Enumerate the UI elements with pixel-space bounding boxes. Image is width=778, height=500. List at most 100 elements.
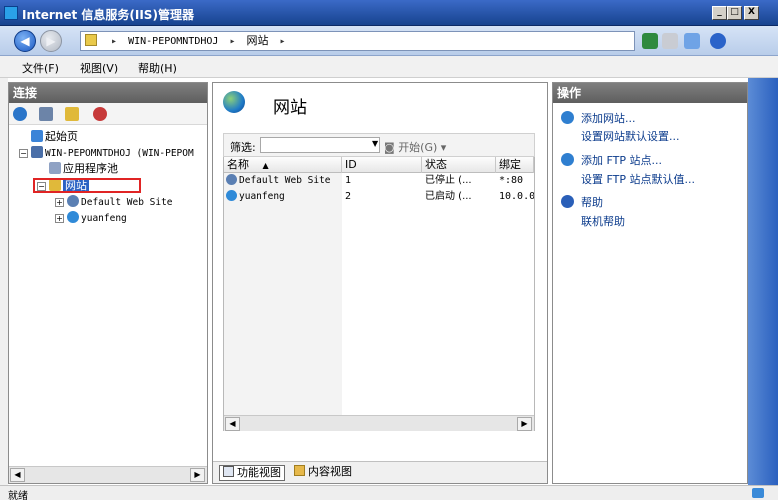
- disconnect-icon[interactable]: [93, 107, 107, 121]
- connect-icon[interactable]: [13, 107, 27, 121]
- close-button[interactable]: X: [744, 6, 759, 20]
- help-icon: [561, 195, 574, 208]
- action-site-defaults[interactable]: 设置网站默认设置...: [581, 128, 680, 144]
- title-bar: Internet 信息服务(IIS)管理器 _ □ X: [0, 0, 778, 26]
- connections-pane: 连接 起始页 − WIN-PEPOMNTDHOJ (WIN-PEPOM 应用程序池…: [8, 82, 208, 484]
- save-icon[interactable]: [39, 107, 53, 121]
- filter-input[interactable]: [260, 137, 380, 153]
- home-icon[interactable]: [684, 33, 700, 49]
- list-hscrollbar[interactable]: ◀ ▶: [224, 415, 534, 431]
- status-text: 就绪: [8, 491, 28, 500]
- cell-text: yuanfeng: [239, 191, 285, 202]
- network-status-icon: [752, 488, 764, 498]
- menu-file[interactable]: 文件(F): [22, 60, 59, 76]
- filter-bar: 筛选: ▼ ◙ 开始(G) ▾: [223, 133, 535, 157]
- action-help[interactable]: 帮助: [581, 194, 603, 210]
- cell-name: yuanfeng: [224, 189, 342, 205]
- tree-label: 起始页: [45, 130, 78, 143]
- tree-item-server[interactable]: − WIN-PEPOMNTDHOJ (WIN-PEPOM: [19, 145, 194, 160]
- tab-label: 功能视图: [237, 466, 281, 479]
- add-ftp-icon: [561, 153, 574, 166]
- table-row[interactable]: yuanfeng 2 已启动 (... 10.0.0: [224, 189, 534, 205]
- connections-hscrollbar[interactable]: ◀ ▶: [9, 466, 207, 483]
- tab-content-view[interactable]: 内容视图: [291, 465, 355, 481]
- table-row[interactable]: Default Web Site 1 已停止 (... *:80: [224, 173, 534, 189]
- desktop-background: [748, 78, 778, 485]
- action-online-help[interactable]: 联机帮助: [581, 213, 625, 229]
- tab-feature-view[interactable]: 功能视图: [219, 465, 285, 481]
- filter-label: 筛选:: [230, 141, 256, 154]
- cell-name: Default Web Site: [224, 173, 342, 189]
- help-icon[interactable]: [710, 33, 726, 49]
- up-folder-icon[interactable]: [65, 107, 79, 121]
- sites-list: 名称 ▲ ID 状态 绑定 Default Web Site 1 已停止 (..…: [223, 157, 535, 431]
- action-add-site[interactable]: 添加网站...: [581, 110, 636, 126]
- cell-binding: *:80: [499, 175, 524, 186]
- filter-dropdown-icon[interactable]: ▼: [372, 139, 378, 148]
- tree-label: 应用程序池: [63, 162, 118, 175]
- connections-toolbar: [9, 103, 207, 125]
- menu-bar: 文件(F) 视图(V) 帮助(H): [0, 56, 778, 78]
- refresh-icon[interactable]: [642, 33, 658, 49]
- scroll-right-button[interactable]: ▶: [190, 468, 205, 482]
- folder-icon: [85, 34, 97, 46]
- app-pool-icon: [49, 162, 61, 174]
- minimize-button[interactable]: _: [712, 6, 727, 20]
- add-site-icon: [561, 111, 574, 124]
- column-header-status[interactable]: 状态: [422, 157, 496, 173]
- content-view-icon: [294, 465, 305, 476]
- tree-item-yuanfeng[interactable]: + yuanfeng: [55, 210, 127, 225]
- action-add-ftp[interactable]: 添加 FTP 站点...: [581, 152, 662, 168]
- window-title: Internet 信息服务(IIS)管理器: [22, 8, 194, 22]
- expander-icon[interactable]: +: [55, 198, 64, 207]
- globe-icon: [226, 174, 237, 185]
- address-path-field[interactable]: ▸ WIN-PEPOMNTDHOJ ▸ 网站 ▸: [80, 31, 635, 51]
- path-segment-sites[interactable]: 网站: [247, 34, 269, 47]
- cell-id: 1: [345, 175, 352, 186]
- connections-header: 连接: [9, 83, 207, 103]
- globe-icon: [67, 211, 79, 223]
- stop-icon[interactable]: [662, 33, 678, 49]
- column-header-binding[interactable]: 绑定: [496, 157, 534, 173]
- path-segment-server[interactable]: WIN-PEPOMNTDHOJ: [128, 36, 218, 47]
- name-column-shade: [224, 173, 342, 415]
- action-ftp-defaults[interactable]: 设置 FTP 站点默认值...: [581, 171, 695, 187]
- menu-view[interactable]: 视图(V): [80, 60, 118, 76]
- column-header-id[interactable]: ID: [342, 157, 422, 173]
- tree-item-default-web-site[interactable]: + Default Web Site: [55, 194, 173, 209]
- cell-id: 2: [345, 191, 352, 202]
- sites-globe-icon: [223, 91, 245, 113]
- tree-label: WIN-PEPOMNTDHOJ (WIN-PEPOM: [45, 148, 194, 159]
- scroll-left-button[interactable]: ◀: [225, 417, 240, 431]
- scroll-left-button[interactable]: ◀: [10, 468, 25, 482]
- cell-status: 已停止 (...: [425, 175, 472, 186]
- tree-label: yuanfeng: [81, 213, 127, 224]
- column-header-name[interactable]: 名称 ▲: [224, 157, 342, 173]
- column-label: 名称: [227, 158, 249, 171]
- expander-icon[interactable]: −: [19, 149, 28, 158]
- start-page-icon: [31, 130, 43, 142]
- globe-icon: [67, 195, 79, 207]
- filter-go-button[interactable]: ◙ 开始(G) ▾: [384, 139, 446, 155]
- path-separator: ▸: [111, 36, 118, 47]
- globe-icon: [226, 190, 237, 201]
- tab-label: 内容视图: [308, 465, 352, 478]
- menu-help[interactable]: 帮助(H): [138, 60, 177, 76]
- address-bar: ◀ ▶ ▸ WIN-PEPOMNTDHOJ ▸ 网站 ▸: [0, 26, 778, 56]
- status-bar: 就绪: [0, 485, 778, 500]
- path-separator: ▸: [229, 36, 236, 47]
- tree-item-start-page[interactable]: 起始页: [31, 129, 78, 144]
- tree-item-app-pools[interactable]: 应用程序池: [49, 161, 118, 176]
- sort-asc-icon: ▲: [262, 161, 269, 170]
- cell-binding: 10.0.0: [499, 191, 534, 202]
- binoculars-icon: ◙: [384, 141, 395, 154]
- back-button[interactable]: ◀: [14, 30, 36, 52]
- scroll-right-button[interactable]: ▶: [517, 417, 532, 431]
- back-arrow-icon: ◀: [20, 34, 30, 48]
- maximize-button[interactable]: □: [727, 6, 742, 20]
- forward-arrow-icon: ▶: [46, 34, 56, 48]
- forward-button[interactable]: ▶: [40, 30, 62, 52]
- expander-icon[interactable]: +: [55, 214, 64, 223]
- feature-view-icon: [223, 466, 234, 477]
- actions-header: 操作: [553, 83, 747, 103]
